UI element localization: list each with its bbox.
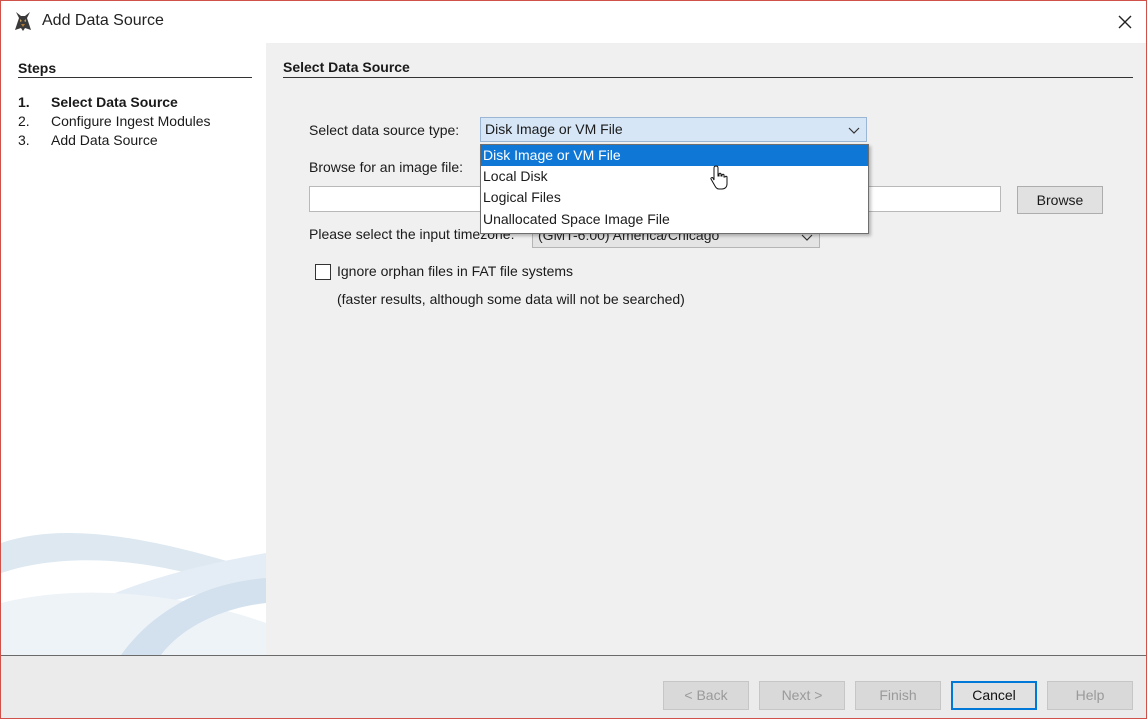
data-source-type-select[interactable]: Disk Image or VM File (480, 117, 867, 142)
wizard-button-bar: < Back Next > Finish Cancel Help (1, 656, 1146, 718)
option-disk-image[interactable]: Disk Image or VM File (481, 145, 868, 166)
browse-button[interactable]: Browse (1017, 186, 1103, 214)
next-button[interactable]: Next > (759, 681, 845, 710)
steps-heading: Steps (18, 60, 57, 76)
step-number: 1. (18, 94, 30, 110)
autopsy-dog-icon (15, 12, 31, 31)
select-data-source-panel: Select Data Source Select data source ty… (266, 43, 1146, 655)
ignore-orphan-files-label: Ignore orphan files in FAT file systems (337, 263, 574, 279)
chevron-down-icon (848, 127, 860, 134)
section-title: Select Data Source (283, 59, 410, 75)
step-label: Add Data Source (51, 132, 158, 148)
step-label: Configure Ingest Modules (51, 113, 211, 129)
close-icon[interactable] (1110, 7, 1140, 37)
finish-button[interactable]: Finish (855, 681, 941, 710)
ignore-orphan-files-checkbox[interactable] (315, 264, 331, 280)
title-bar: Add Data Source (1, 1, 1146, 43)
data-source-type-value: Disk Image or VM File (485, 121, 623, 137)
steps-divider (18, 77, 252, 78)
source-type-label: Select data source type: (309, 122, 460, 138)
back-button[interactable]: < Back (663, 681, 749, 710)
step-number: 2. (18, 113, 30, 129)
option-local-disk[interactable]: Local Disk (481, 166, 868, 187)
step-label: Select Data Source (51, 94, 178, 110)
browse-label: Browse for an image file: (309, 159, 464, 175)
window-title: Add Data Source (42, 12, 164, 29)
help-button[interactable]: Help (1047, 681, 1133, 710)
section-divider (283, 77, 1133, 78)
option-logical-files[interactable]: Logical Files (481, 187, 868, 208)
step-number: 3. (18, 132, 30, 148)
orphan-files-note: (faster results, although some data will… (337, 291, 685, 307)
step-add-data-source: 3. Add Data Source (18, 132, 158, 148)
step-configure-ingest-modules: 2. Configure Ingest Modules (18, 113, 211, 129)
mouse-cursor-icon (710, 165, 728, 190)
steps-panel: Steps 1. Select Data Source 2. Configure I… (1, 43, 266, 655)
add-data-source-dialog: Add Data Source Steps 1. Select Data Sour… (0, 0, 1147, 719)
cancel-button[interactable]: Cancel (951, 681, 1037, 710)
data-source-type-dropdown: Disk Image or VM File Local Disk Logical… (480, 144, 869, 234)
decorative-swoosh (1, 533, 266, 655)
option-unallocated-space[interactable]: Unallocated Space Image File (481, 209, 868, 230)
step-select-data-source: 1. Select Data Source (18, 94, 178, 110)
